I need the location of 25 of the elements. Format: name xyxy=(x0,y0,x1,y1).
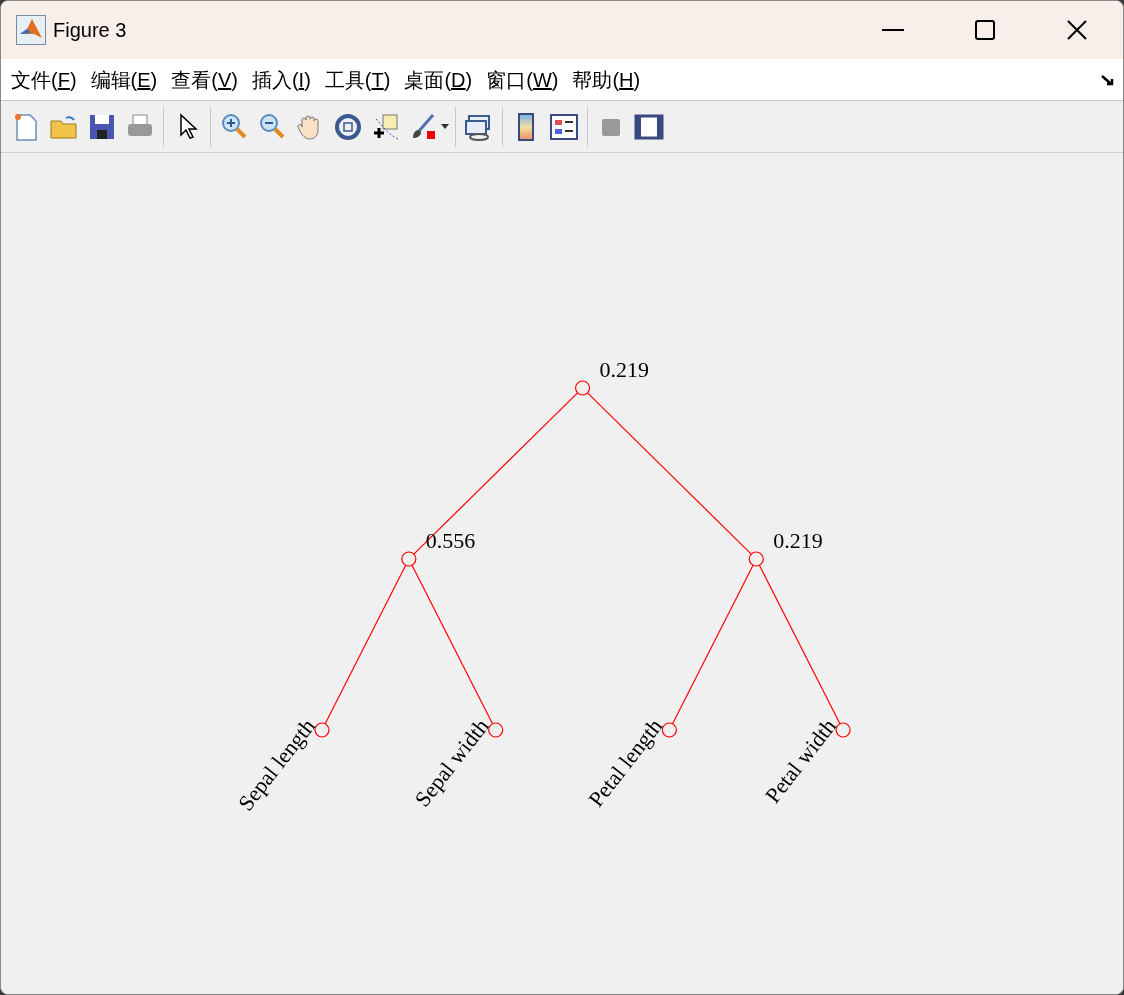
tree-node xyxy=(574,380,591,396)
maximize-icon xyxy=(975,20,995,40)
menu-item[interactable]: 编辑(E) xyxy=(83,64,165,95)
tree-node xyxy=(401,551,417,567)
menu-item[interactable]: 工具(T) xyxy=(317,64,398,95)
tree-node xyxy=(488,722,504,738)
tree-node xyxy=(835,722,851,738)
menu-item[interactable]: 插入(I) xyxy=(244,64,318,95)
window-title: Figure 3 xyxy=(53,18,127,43)
minimize-icon xyxy=(882,29,904,31)
app-logo-icon xyxy=(16,15,46,45)
menu-item[interactable]: 桌面(D) xyxy=(397,64,480,95)
node-value: 0.556 xyxy=(425,528,476,553)
node-value: 0.219 xyxy=(599,357,650,382)
menu-item[interactable]: 文件(F) xyxy=(4,64,84,95)
menu-item[interactable]: 窗口(W) xyxy=(479,64,566,95)
menu-item[interactable]: 帮助(H) xyxy=(565,64,648,95)
tree-node xyxy=(661,722,677,738)
tree-node xyxy=(748,551,764,567)
dock-arrow-icon[interactable] xyxy=(1101,73,1115,86)
close-icon xyxy=(1067,20,1087,40)
node-value: 0.219 xyxy=(773,528,823,553)
menu-item[interactable]: 查看(V) xyxy=(164,64,245,95)
tree-node xyxy=(314,722,330,738)
caret-icon xyxy=(441,124,449,129)
